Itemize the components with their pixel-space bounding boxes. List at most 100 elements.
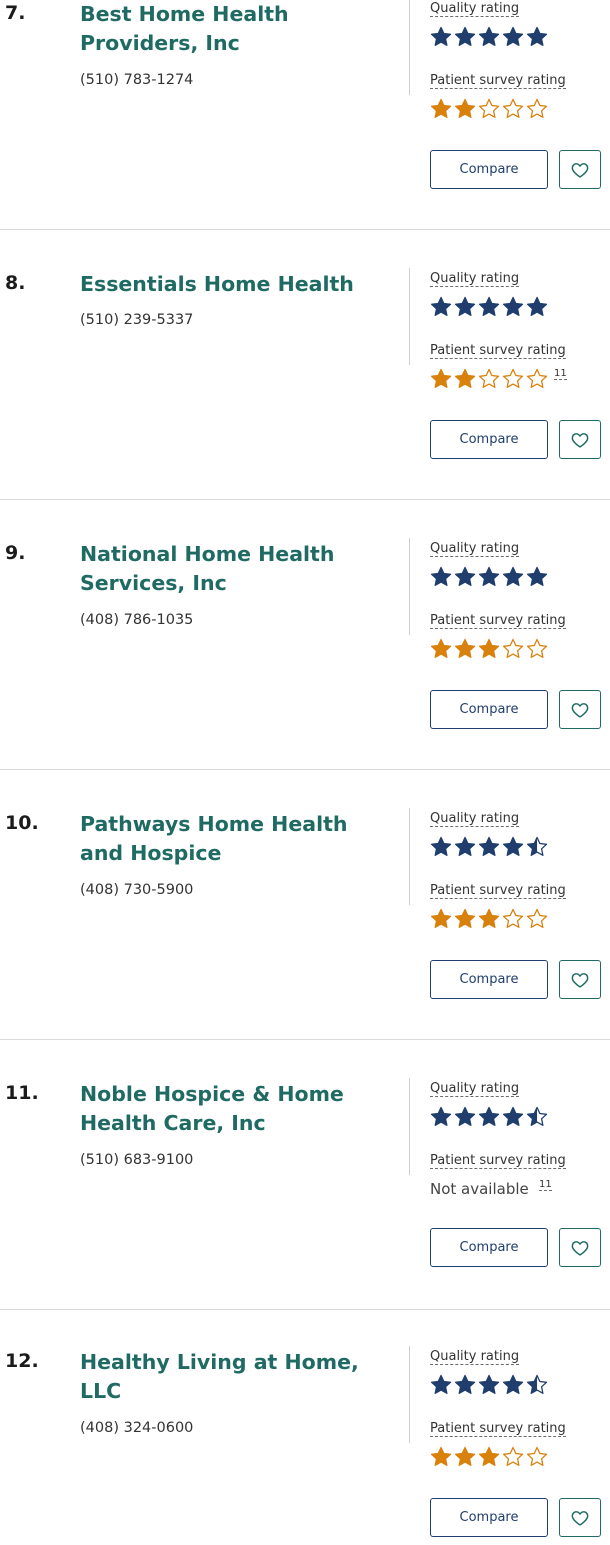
patient-survey-rating-stars [430,908,552,930]
quality-rating-label[interactable]: Quality rating [430,811,520,827]
quality-rating-stars [430,1106,552,1128]
quality-rating-stars [430,1374,552,1396]
star-filled-icon [430,98,452,119]
provider-name-link[interactable]: Pathways Home Health and Hospice [80,810,395,868]
patient-survey-rating-label[interactable]: Patient survey rating [430,1421,566,1437]
star-empty-icon [526,98,548,119]
favorite-button[interactable] [559,1498,601,1537]
heart-icon [571,1510,589,1526]
survey-stars-graphic [430,908,548,929]
favorite-button[interactable] [559,690,601,729]
provider-name-link[interactable]: Healthy Living at Home, LLC [80,1348,395,1406]
survey-footnote-link[interactable]: 11 [539,1179,552,1191]
favorite-button[interactable] [559,420,601,459]
quality-stars-graphic [430,566,548,587]
star-filled-icon [478,1374,500,1395]
star-filled-icon [454,1374,476,1395]
survey-not-available: Not available [430,1180,529,1198]
star-filled-icon [430,368,452,389]
compare-button[interactable]: Compare [430,690,548,729]
patient-survey-rating-stars [430,98,552,120]
favorite-button[interactable] [559,960,601,999]
star-filled-icon [478,1446,500,1467]
star-filled-icon [502,1106,524,1127]
provider-rank: 8. [5,272,26,294]
favorite-button[interactable] [559,150,601,189]
star-filled-icon [478,638,500,659]
provider-phone: (408) 324-0600 [80,1420,194,1436]
column-divider [409,0,410,95]
compare-button[interactable]: Compare [430,960,548,999]
provider-phone: (408) 730-5900 [80,882,194,898]
star-empty-icon [502,98,524,119]
patient-survey-rating-label[interactable]: Patient survey rating [430,343,566,359]
survey-footnote-link[interactable]: 11 [554,368,567,380]
column-divider [409,1078,410,1175]
compare-button[interactable]: Compare [430,1498,548,1537]
star-filled-icon [430,638,452,659]
quality-stars-graphic [430,836,548,857]
star-filled-icon [454,26,476,47]
patient-survey-rating-label[interactable]: Patient survey rating [430,73,566,89]
quality-rating-stars [430,26,552,48]
provider-results-list: 7. Best Home Health Providers, Inc (510) 7… [0,0,610,1545]
provider-rank: 9. [5,542,26,564]
provider-card: 8. Essentials Home Health (510) 239-5337 Qu… [0,230,610,500]
favorite-button[interactable] [559,1228,601,1267]
provider-rank: 12. [5,1350,39,1372]
quality-rating-label[interactable]: Quality rating [430,1081,520,1097]
patient-survey-rating-label[interactable]: Patient survey rating [430,613,566,629]
star-filled-icon [502,566,524,587]
compare-button[interactable]: Compare [430,1228,548,1267]
patient-survey-rating-label[interactable]: Patient survey rating [430,1153,566,1169]
heart-icon [571,702,589,718]
star-half-icon [526,1106,548,1127]
star-filled-icon [502,26,524,47]
quality-rating-label[interactable]: Quality rating [430,1349,520,1365]
provider-name-link[interactable]: Essentials Home Health [80,270,395,299]
provider-card: 10. Pathways Home Health and Hospice (408)… [0,770,610,1040]
star-filled-icon [478,26,500,47]
quality-stars-graphic [430,1106,548,1127]
star-filled-icon [454,296,476,317]
quality-rating-label[interactable]: Quality rating [430,541,520,557]
quality-rating-label[interactable]: Quality rating [430,271,520,287]
star-empty-icon [526,368,548,389]
quality-stars-graphic [430,1374,548,1395]
star-filled-icon [454,638,476,659]
star-filled-icon [502,296,524,317]
column-divider [409,808,410,905]
star-filled-icon [478,836,500,857]
star-empty-icon [502,368,524,389]
quality-rating-label[interactable]: Quality rating [430,1,520,17]
star-filled-icon [478,1106,500,1127]
heart-icon [571,432,589,448]
provider-name-link[interactable]: Noble Hospice & Home Health Care, Inc [80,1080,395,1138]
star-empty-icon [478,98,500,119]
star-empty-icon [502,638,524,659]
star-filled-icon [478,296,500,317]
provider-card: 11. Noble Hospice & Home Health Care, Inc… [0,1040,610,1310]
star-filled-icon [430,1106,452,1127]
patient-survey-rating-label[interactable]: Patient survey rating [430,883,566,899]
star-filled-icon [502,836,524,857]
provider-name-link[interactable]: National Home Health Services, Inc [80,540,395,598]
star-filled-icon [454,1106,476,1127]
star-filled-icon [526,296,548,317]
star-filled-icon [454,908,476,929]
column-divider [409,268,410,365]
quality-rating-stars [430,836,552,858]
star-filled-icon [430,1446,452,1467]
quality-rating-stars [430,566,552,588]
provider-rank: 7. [5,2,26,24]
star-filled-icon [430,296,452,317]
survey-stars-graphic [430,368,548,389]
compare-button[interactable]: Compare [430,420,548,459]
star-filled-icon [502,1374,524,1395]
star-empty-icon [502,1446,524,1467]
provider-phone: (510) 783-1274 [80,72,194,88]
provider-phone: (408) 786-1035 [80,612,194,628]
compare-button[interactable]: Compare [430,150,548,189]
survey-stars-graphic [430,638,548,659]
provider-name-link[interactable]: Best Home Health Providers, Inc [80,0,395,58]
